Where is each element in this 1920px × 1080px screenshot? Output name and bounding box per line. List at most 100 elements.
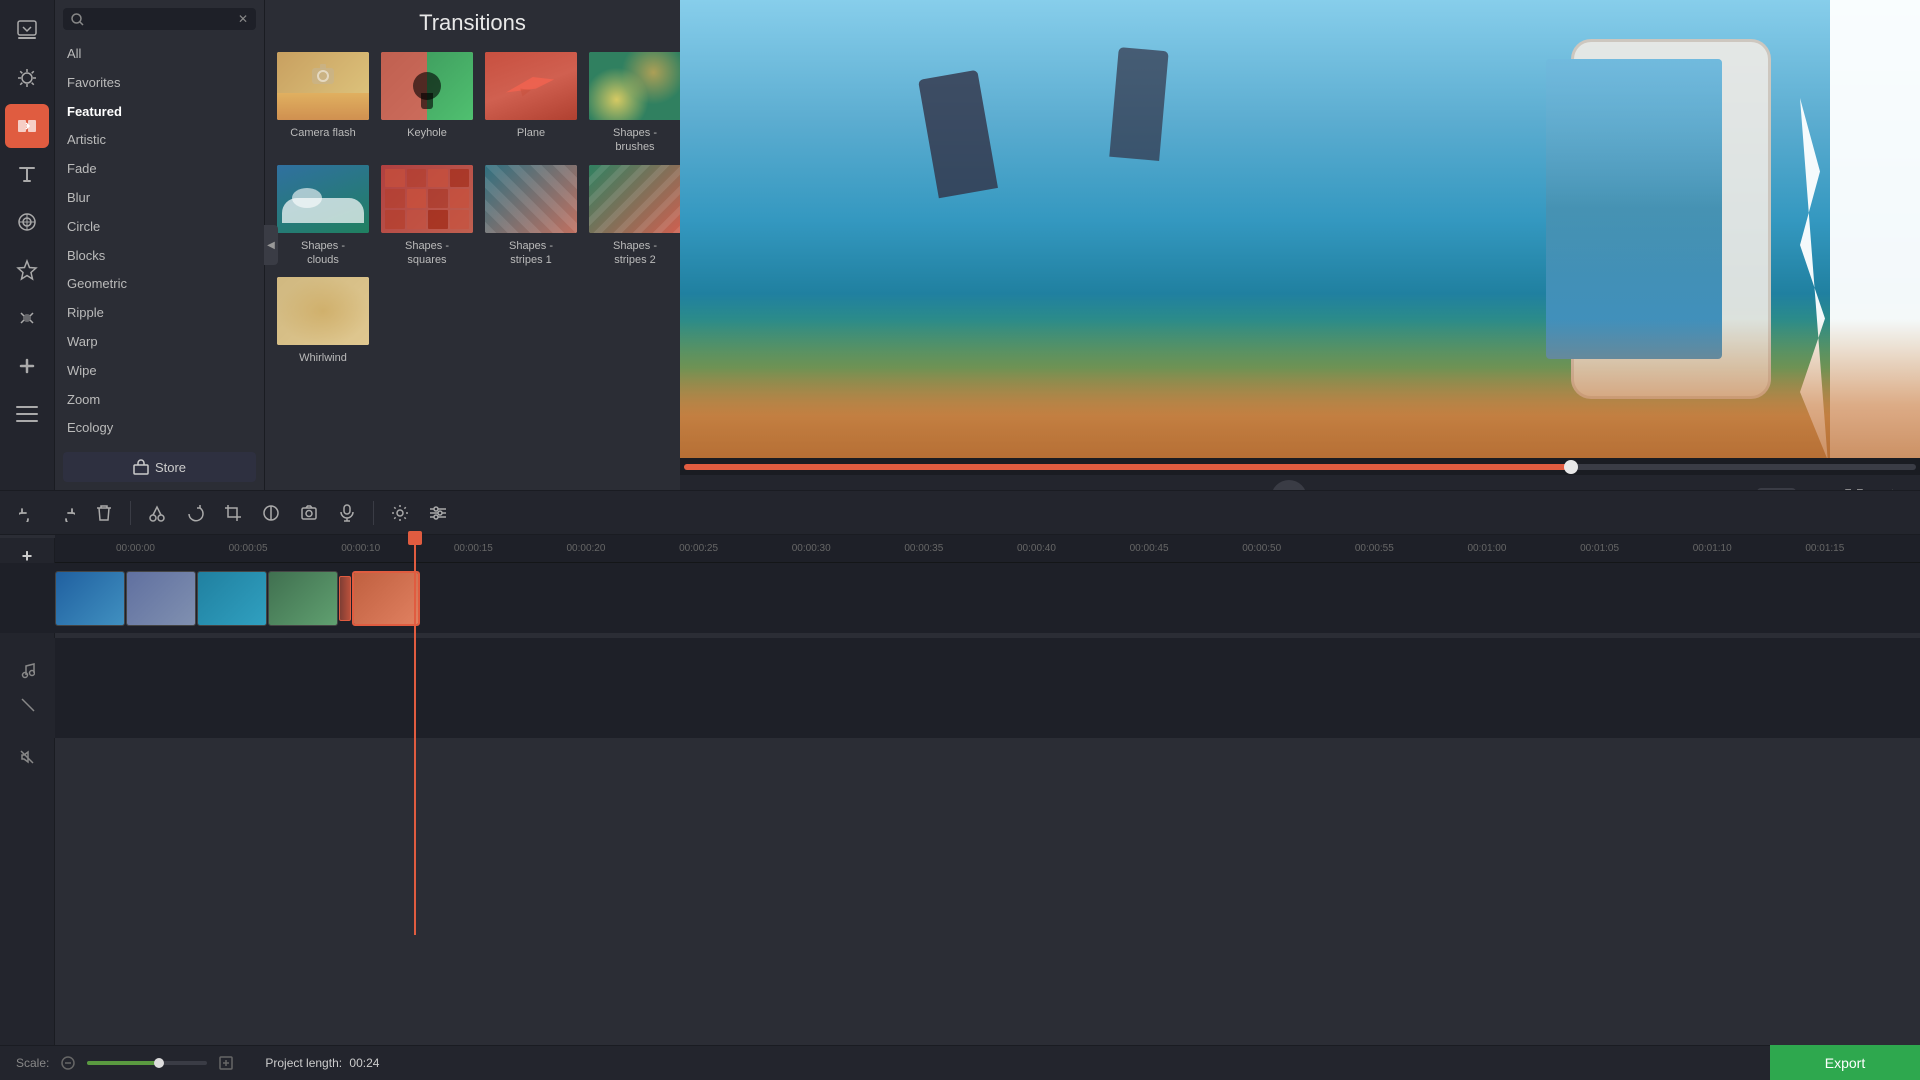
- color-button[interactable]: [255, 497, 287, 529]
- tool-effects[interactable]: [5, 56, 49, 100]
- transition-clip-indicator[interactable]: [339, 576, 351, 621]
- adjust-button[interactable]: [422, 497, 454, 529]
- transition-label-camera-flash: Camera flash: [290, 126, 355, 140]
- search-icon: [71, 13, 84, 26]
- transition-thumb-shapes-stripes2: [587, 163, 683, 235]
- scale-thumb[interactable]: [154, 1058, 164, 1068]
- video-clip-3[interactable]: [197, 571, 267, 626]
- cut-button[interactable]: [141, 497, 173, 529]
- audio-tool-music[interactable]: [3, 657, 53, 685]
- ruler-mark-13: 00:01:05: [1578, 543, 1691, 554]
- tool-plus[interactable]: [5, 344, 49, 388]
- ruler-mark-0: 00:00:00: [114, 543, 227, 554]
- category-ecotechnology[interactable]: Ecotechnology: [55, 443, 264, 444]
- tool-transitions[interactable]: [5, 104, 49, 148]
- transition-label-plane: Plane: [517, 126, 545, 140]
- video-track: [0, 563, 1920, 633]
- project-length-value: 00:24: [349, 1056, 379, 1070]
- store-button[interactable]: Store: [63, 452, 256, 482]
- category-blur[interactable]: Blur: [55, 184, 264, 213]
- transition-shapes-stripes2[interactable]: Shapes -stripes 2: [587, 163, 683, 268]
- transition-camera-flash[interactable]: Camera flash: [275, 50, 371, 155]
- photo-button[interactable]: [293, 497, 325, 529]
- tool-stickers[interactable]: [5, 248, 49, 292]
- mic-button[interactable]: [331, 497, 363, 529]
- category-blocks[interactable]: Blocks: [55, 242, 264, 271]
- video-clip-2[interactable]: [126, 571, 196, 626]
- transition-label-shapes-clouds: Shapes -clouds: [301, 239, 345, 268]
- category-featured[interactable]: Featured: [55, 98, 264, 127]
- progress-bar-fill: [684, 464, 1571, 470]
- transition-shapes-stripes1[interactable]: Shapes -stripes 1: [483, 163, 579, 268]
- transition-label-shapes-squares: Shapes -squares: [405, 239, 449, 268]
- video-clip-5[interactable]: [352, 571, 420, 626]
- transition-label-whirlwind: Whirlwind: [299, 351, 347, 365]
- transition-thumb-plane: [483, 50, 579, 122]
- delete-button[interactable]: [88, 497, 120, 529]
- crop-button[interactable]: [217, 497, 249, 529]
- preview-video: [680, 0, 1920, 490]
- ruler-mark-1: 00:00:05: [227, 543, 340, 554]
- tool-hamburger[interactable]: [5, 392, 49, 436]
- transition-between-clips: [339, 571, 351, 626]
- category-wipe[interactable]: Wipe: [55, 357, 264, 386]
- tool-motion[interactable]: [5, 296, 49, 340]
- video-clips-row: [55, 571, 1920, 626]
- tool-import[interactable]: [5, 8, 49, 52]
- rotate-button[interactable]: [179, 497, 211, 529]
- transitions-grid-area: Transitions Camera flash: [265, 0, 680, 490]
- undo-button[interactable]: [12, 497, 44, 529]
- transition-keyhole[interactable]: Keyhole: [379, 50, 475, 155]
- progress-bar-thumb[interactable]: [1564, 460, 1578, 474]
- category-fade[interactable]: Fade: [55, 155, 264, 184]
- progress-bar-track[interactable]: [684, 464, 1916, 470]
- left-toolbar: [0, 0, 55, 490]
- ruler-mark-4: 00:00:20: [565, 543, 678, 554]
- category-warp[interactable]: Warp: [55, 328, 264, 357]
- ruler-mark-12: 00:01:00: [1466, 543, 1579, 554]
- toolbar-sep-2: [373, 501, 374, 525]
- video-clip-4[interactable]: [268, 571, 338, 626]
- category-circle[interactable]: Circle: [55, 213, 264, 242]
- transition-shapes-brushes[interactable]: Shapes -brushes: [587, 50, 683, 155]
- timeline-tool-mute[interactable]: [2, 743, 52, 771]
- ruler-mark-7: 00:00:35: [902, 543, 1015, 554]
- panel-collapse-button[interactable]: ◀: [264, 225, 278, 265]
- transition-label-shapes-stripes1: Shapes -stripes 1: [509, 239, 553, 268]
- video-clip-1[interactable]: [55, 571, 125, 626]
- scale-fill: [87, 1061, 159, 1065]
- tool-overlays[interactable]: [5, 200, 49, 244]
- preview-area: [680, 0, 1920, 490]
- transition-thumb-keyhole: [379, 50, 475, 122]
- scale-slider[interactable]: [87, 1061, 207, 1065]
- transition-shapes-squares[interactable]: Shapes -squares: [379, 163, 475, 268]
- transition-label-keyhole: Keyhole: [407, 126, 447, 140]
- search-input[interactable]: [88, 12, 234, 26]
- category-ecology[interactable]: Ecology: [55, 414, 264, 443]
- transition-label-shapes-brushes: Shapes -brushes: [613, 126, 657, 155]
- category-artistic[interactable]: Artistic: [55, 126, 264, 155]
- category-list: All Favorites Featured Artistic Fade Blu…: [55, 38, 264, 444]
- category-ripple[interactable]: Ripple: [55, 299, 264, 328]
- category-all[interactable]: All: [55, 40, 264, 69]
- audio-tool-mute[interactable]: [3, 691, 53, 719]
- audio-controls: [0, 638, 55, 738]
- transition-thumb-camera-flash: [275, 50, 371, 122]
- transition-shapes-clouds[interactable]: Shapes -clouds: [275, 163, 371, 268]
- ruler-mark-11: 00:00:55: [1353, 543, 1466, 554]
- category-zoom[interactable]: Zoom: [55, 386, 264, 415]
- ruler-mark-2: 00:00:10: [339, 543, 452, 554]
- transition-plane[interactable]: Plane: [483, 50, 579, 155]
- scale-max-icon: [219, 1056, 233, 1070]
- search-clear-icon[interactable]: ✕: [238, 12, 248, 26]
- export-button[interactable]: Export: [1770, 1045, 1920, 1080]
- tool-text[interactable]: [5, 152, 49, 196]
- category-geometric[interactable]: Geometric: [55, 270, 264, 299]
- redo-button[interactable]: [50, 497, 82, 529]
- scale-label: Scale:: [16, 1056, 49, 1070]
- settings-button[interactable]: [384, 497, 416, 529]
- ruler-mark-9: 00:00:45: [1128, 543, 1241, 554]
- transition-whirlwind[interactable]: Whirlwind: [275, 275, 371, 365]
- ruler-mark-5: 00:00:25: [677, 543, 790, 554]
- category-favorites[interactable]: Favorites: [55, 69, 264, 98]
